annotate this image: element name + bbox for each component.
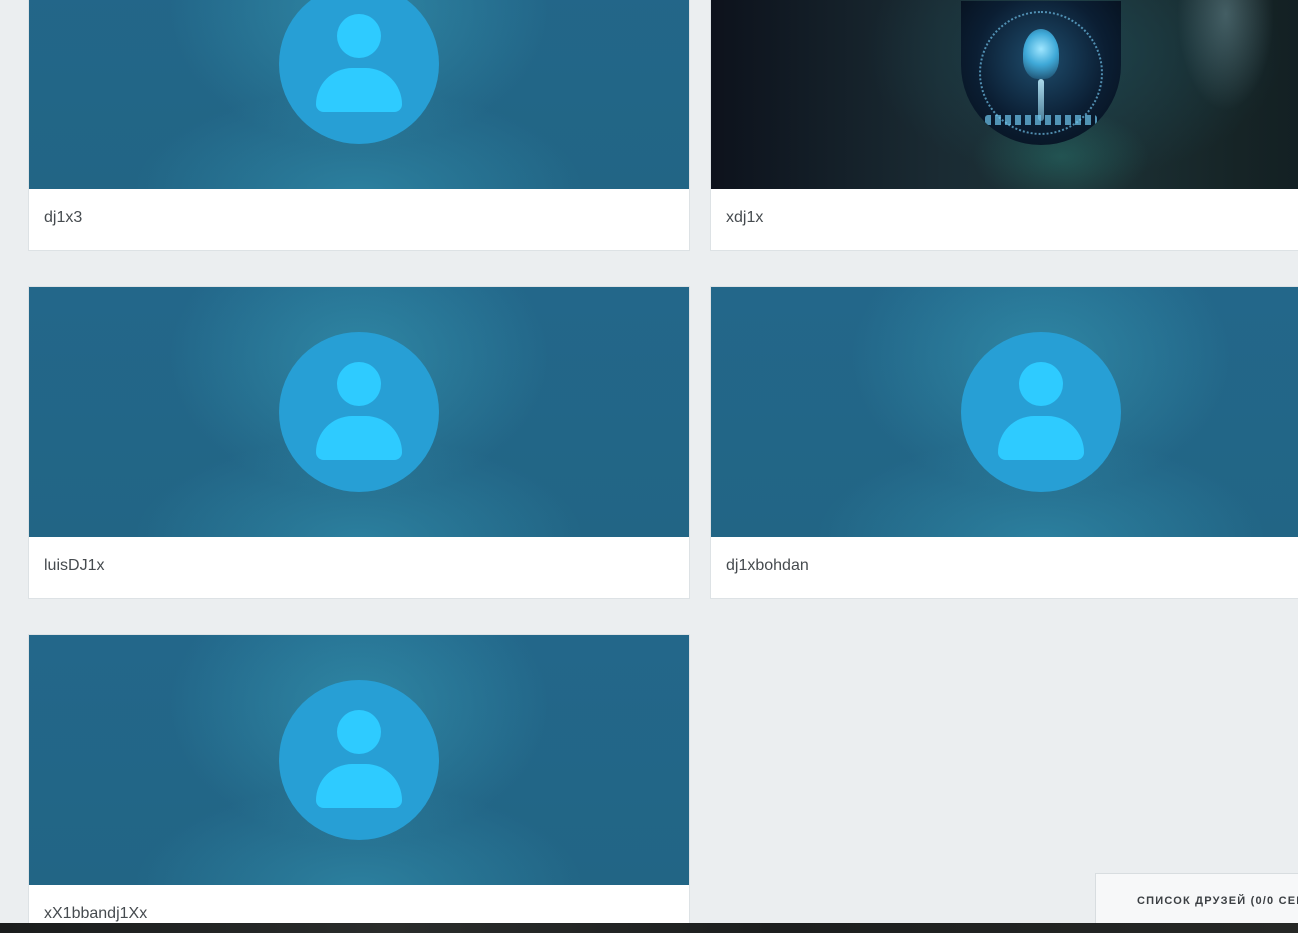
avatar-body-shape	[316, 68, 402, 112]
avatar-body-shape	[316, 764, 402, 808]
avatar-body-shape	[316, 416, 402, 460]
avatar-head-shape	[337, 14, 381, 58]
avatar-head-shape	[337, 710, 381, 754]
profile-banner	[29, 287, 689, 537]
profile-username[interactable]: luisDJ1x	[29, 537, 689, 598]
avatar-head-shape	[337, 362, 381, 406]
user-avatar-icon	[279, 680, 439, 840]
friends-list-label[interactable]: СПИСОК ДРУЗЕЙ (0/0 СЕЙ	[1137, 895, 1298, 907]
profile-card[interactable]: luisDJ1x	[28, 286, 690, 599]
user-avatar-icon	[279, 0, 439, 144]
profile-card[interactable]: dj1xbohdan	[710, 286, 1298, 599]
avatar-head-shape	[1019, 362, 1063, 406]
profile-banner	[29, 0, 689, 189]
profile-username[interactable]: dj1x3	[29, 189, 689, 250]
user-avatar-icon	[961, 332, 1121, 492]
user-avatar-icon	[279, 332, 439, 492]
friends-grid-page: dj1x3 xdj1x luisDJ1x dj1xbohdan xX1bband…	[0, 0, 1298, 933]
avatar-body-shape	[998, 416, 1084, 460]
profile-card[interactable]: dj1x3	[28, 0, 690, 251]
profile-username[interactable]: dj1xbohdan	[711, 537, 1298, 598]
taskbar-strip	[0, 923, 1298, 933]
profile-banner	[711, 0, 1298, 189]
profile-banner	[711, 287, 1298, 537]
profile-card[interactable]: xdj1x	[710, 0, 1298, 251]
avatar-photo-lights	[985, 115, 1097, 125]
avatar-photo-figure	[1023, 29, 1059, 79]
profile-banner	[29, 635, 689, 885]
profile-username[interactable]: xdj1x	[711, 189, 1298, 250]
custom-avatar-image	[961, 1, 1121, 145]
profile-card[interactable]: xX1bbandj1Xx	[28, 634, 690, 933]
